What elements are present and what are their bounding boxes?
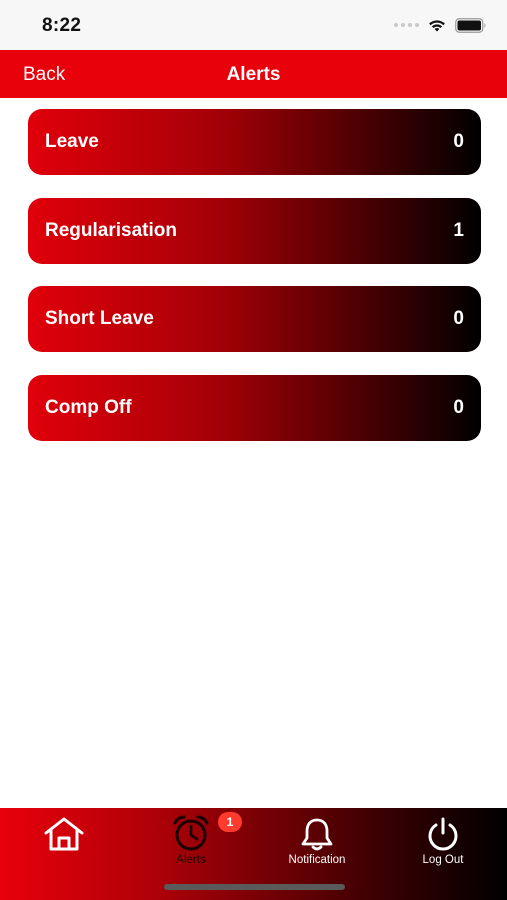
tab-alerts[interactable]: Alerts 1 [160, 808, 242, 878]
tab-alerts-label: Alerts [176, 854, 206, 866]
status-time: 8:22 [42, 15, 82, 36]
alert-card-comp-off[interactable]: Comp Off 0 [28, 374, 481, 441]
alarm-clock-icon [171, 808, 211, 852]
home-icon [43, 808, 85, 852]
alert-count: 0 [453, 396, 464, 418]
page-title: Alerts [226, 64, 281, 85]
nav-bar: Back Alerts [0, 50, 507, 98]
status-bar: 8:22 [0, 0, 507, 50]
alerts-badge: 1 [218, 812, 242, 832]
wifi-icon [429, 19, 445, 31]
alert-card-short-leave[interactable]: Short Leave 0 [28, 286, 481, 352]
bell-icon [299, 808, 335, 852]
cellular-signal-icon [394, 23, 419, 27]
alert-count: 0 [453, 131, 464, 152]
tab-logout[interactable]: Log Out [410, 808, 476, 878]
alert-label: Comp Off [45, 396, 132, 418]
back-button[interactable]: Back [23, 64, 65, 86]
home-indicator [164, 884, 345, 890]
tab-notification-label: Notification [288, 854, 346, 866]
alert-card-regularisation[interactable]: Regularisation 1 [28, 197, 481, 264]
alert-card-leave[interactable]: Leave 0 [28, 109, 481, 175]
status-icons [394, 15, 487, 35]
tab-home[interactable] [34, 808, 94, 878]
power-icon [425, 808, 461, 852]
alert-label: Leave [45, 131, 99, 152]
alert-count: 1 [453, 219, 464, 241]
alert-label: Regularisation [45, 219, 177, 241]
battery-icon [455, 17, 486, 33]
alert-count: 0 [453, 308, 464, 329]
alert-label: Short Leave [45, 308, 154, 329]
tab-notification[interactable]: Notification [272, 808, 362, 878]
alert-list: Leave 0 Regularisation 1 Short Leave 0 C… [28, 109, 481, 463]
tab-logout-label: Log Out [422, 854, 464, 866]
